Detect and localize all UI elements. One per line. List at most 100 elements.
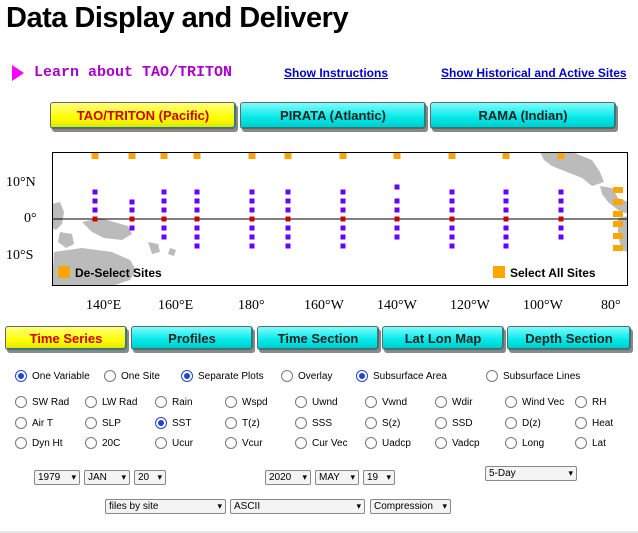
mooring-site[interactable] <box>558 198 564 204</box>
mooring-site[interactable] <box>194 198 200 204</box>
mooring-site[interactable] <box>558 216 564 222</box>
mooring-site[interactable] <box>503 198 509 204</box>
option-overlay[interactable]: Overlay <box>281 370 332 382</box>
mooring-site[interactable] <box>129 216 135 222</box>
var-dz[interactable]: D(z) <box>505 417 541 429</box>
var-cur-vec[interactable]: Cur Vec <box>295 437 348 449</box>
longitude-selectors[interactable] <box>91 149 624 251</box>
mooring-site[interactable] <box>249 216 255 222</box>
end-day-select[interactable]: 19 ▾ <box>363 470 395 485</box>
var-dyn-ht[interactable]: Dyn Ht <box>15 437 63 449</box>
radio-dyn-ht[interactable] <box>15 437 27 449</box>
deselect-sites-button[interactable] <box>58 266 70 278</box>
longitude-selector[interactable] <box>339 149 347 159</box>
radio-overlay[interactable] <box>281 370 293 382</box>
tab-pirata[interactable]: PIRATA (Atlantic) <box>240 102 426 129</box>
mooring-site[interactable] <box>285 198 291 204</box>
mooring-site[interactable] <box>161 234 167 240</box>
mooring-site[interactable] <box>129 199 135 205</box>
radio-long[interactable] <box>505 437 517 449</box>
mooring-site[interactable] <box>194 225 200 231</box>
end-month-select[interactable]: MAY ▾ <box>315 470 359 485</box>
longitude-selector[interactable] <box>502 149 510 159</box>
mooring-site[interactable] <box>340 225 346 231</box>
mooring-site[interactable] <box>194 243 200 249</box>
radio-slp[interactable] <box>85 417 97 429</box>
radio-ssd[interactable] <box>435 417 447 429</box>
radio-air-t[interactable] <box>15 417 27 429</box>
end-year-select[interactable]: 2020 ▾ <box>265 470 311 485</box>
mooring-site[interactable] <box>129 207 135 213</box>
mooring-site[interactable] <box>558 207 564 213</box>
mooring-site[interactable] <box>449 216 455 222</box>
mooring-site[interactable] <box>92 189 98 195</box>
radio-sst[interactable] <box>155 417 167 429</box>
var-sw-rad[interactable]: SW Rad <box>15 396 69 408</box>
var-air-t[interactable]: Air T <box>15 417 53 429</box>
latitude-selector[interactable] <box>613 211 623 217</box>
mooring-site[interactable] <box>161 225 167 231</box>
var-vcur[interactable]: Vcur <box>225 437 263 449</box>
mooring-site[interactable] <box>449 198 455 204</box>
mooring-site[interactable] <box>285 234 291 240</box>
tab-time-series[interactable]: Time Series <box>5 326 127 350</box>
mooring-site[interactable] <box>449 234 455 240</box>
mooring-site[interactable] <box>394 216 400 222</box>
mooring-site[interactable] <box>129 225 135 231</box>
option-one-site[interactable]: One Site <box>104 370 160 382</box>
radio-sss[interactable] <box>295 417 307 429</box>
var-vadcp[interactable]: Vadcp <box>435 437 480 449</box>
radio-lat[interactable] <box>575 437 587 449</box>
var-lat[interactable]: Lat <box>575 437 606 449</box>
option-one-variable[interactable]: One Variable <box>15 370 90 382</box>
mooring-site[interactable] <box>503 243 509 249</box>
latitude-selector[interactable] <box>613 199 623 205</box>
tab-rama[interactable]: RAMA (Indian) <box>430 102 616 129</box>
mooring-site[interactable] <box>194 207 200 213</box>
mooring-site[interactable] <box>92 207 98 213</box>
start-month-select[interactable]: JAN ▾ <box>84 470 130 485</box>
var-rain[interactable]: Rain <box>155 396 193 408</box>
var-sz[interactable]: S(z) <box>365 417 400 429</box>
mooring-site[interactable] <box>394 198 400 204</box>
mooring-site[interactable] <box>503 234 509 240</box>
file-grouping-select[interactable]: files by site ▾ <box>105 499 226 514</box>
mooring-site[interactable] <box>285 207 291 213</box>
mooring-site[interactable] <box>340 198 346 204</box>
mooring-site[interactable] <box>449 207 455 213</box>
mooring-site[interactable] <box>340 234 346 240</box>
var-uadcp[interactable]: Uadcp <box>365 437 411 449</box>
mooring-site[interactable] <box>558 225 564 231</box>
longitude-selector[interactable] <box>393 149 401 159</box>
site-map[interactable]: De-Select Sites Select All Sites <box>52 149 628 286</box>
option-subsurface-area[interactable]: Subsurface Area <box>356 370 447 382</box>
mooring-sites[interactable] <box>92 184 564 249</box>
radio-sz[interactable] <box>365 417 377 429</box>
mooring-site[interactable] <box>285 225 291 231</box>
longitude-selector[interactable] <box>91 149 99 159</box>
mooring-site[interactable] <box>249 225 255 231</box>
mooring-site[interactable] <box>285 216 291 222</box>
radio-vcur[interactable] <box>225 437 237 449</box>
radio-subsurface-area[interactable] <box>356 370 368 382</box>
mooring-site[interactable] <box>558 189 564 195</box>
show-instructions-link[interactable]: Show Instructions <box>284 66 388 80</box>
radio-lw-rad[interactable] <box>85 396 97 408</box>
mooring-site[interactable] <box>161 198 167 204</box>
averaging-select[interactable]: 5-Day ▾ <box>485 466 577 481</box>
radio-rain[interactable] <box>155 396 167 408</box>
show-historical-sites-link[interactable]: Show Historical and Active Sites <box>441 66 627 80</box>
var-wdir[interactable]: Wdir <box>435 396 473 408</box>
compression-select[interactable]: Compression ▾ <box>370 499 451 514</box>
mooring-site[interactable] <box>340 189 346 195</box>
start-year-select[interactable]: 1979 ▾ <box>34 470 80 485</box>
var-20c[interactable]: 20C <box>85 437 120 449</box>
mooring-site[interactable] <box>194 189 200 195</box>
mooring-site[interactable] <box>394 234 400 240</box>
longitude-selector[interactable] <box>248 149 256 159</box>
mooring-site[interactable] <box>161 207 167 213</box>
mooring-site[interactable] <box>558 234 564 240</box>
mooring-site[interactable] <box>449 189 455 195</box>
mooring-site[interactable] <box>394 225 400 231</box>
mooring-site[interactable] <box>249 198 255 204</box>
